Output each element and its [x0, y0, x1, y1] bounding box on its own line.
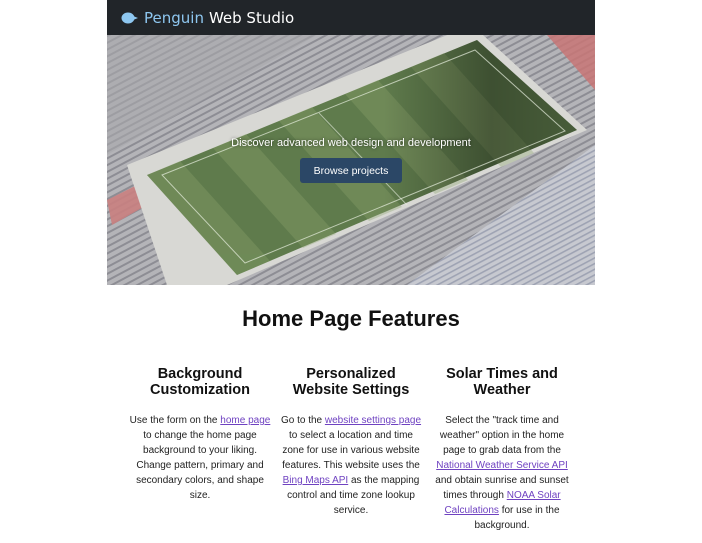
hero-tagline: Discover advanced web design and develop… — [231, 137, 471, 149]
feature-title: Personalized Website Settings — [280, 366, 422, 398]
feature-title-line: Customization — [150, 382, 250, 398]
feature-text: to select a location and time zone for u… — [282, 430, 420, 471]
home-page-link[interactable]: home page — [220, 415, 270, 426]
feature-personalized-settings: Personalized Website Settings Go to the … — [280, 366, 422, 518]
brand-name-accent: Penguin — [144, 8, 204, 27]
page: Penguin Web Studio Discover advanced web… — [0, 0, 702, 543]
feature-title-line: Background — [157, 366, 243, 382]
feature-text: Use the form on the — [129, 415, 221, 426]
feature-title-line: Personalized — [306, 366, 396, 382]
feature-description: Select the "track time and weather" opti… — [431, 413, 573, 533]
feature-text: to change the home page background to yo… — [136, 430, 264, 501]
feature-title-line: Weather — [473, 382, 531, 398]
bing-maps-api-link[interactable]: Bing Maps API — [283, 475, 349, 486]
features-heading: Home Page Features — [242, 306, 460, 331]
feature-title-line: Solar Times and — [446, 366, 558, 382]
feature-text: Go to the — [280, 415, 325, 426]
feature-title: Solar Times and Weather — [431, 366, 573, 398]
feature-text: Select the "track time and weather" opti… — [439, 415, 565, 456]
feature-title-line: Website Settings — [292, 382, 410, 398]
feature-title: Background Customization — [129, 366, 271, 398]
feature-description: Use the form on the home page to change … — [129, 413, 271, 503]
national-weather-service-api-link[interactable]: National Weather Service API — [436, 460, 568, 471]
brand-name-rest: Web Studio — [208, 8, 295, 27]
navbar: Penguin Web Studio — [107, 0, 595, 35]
feature-solar-weather: Solar Times and Weather Select the "trac… — [431, 366, 573, 533]
hero-banner: Discover advanced web design and develop… — [107, 35, 595, 285]
brand-link[interactable]: Penguin Web Studio — [121, 9, 294, 27]
penguin-logo-icon — [121, 11, 139, 25]
feature-description: Go to the website settings page to selec… — [280, 413, 422, 518]
website-settings-link[interactable]: website settings page — [325, 415, 421, 426]
browse-projects-button[interactable]: Browse projects — [300, 158, 402, 183]
feature-background-customization: Background Customization Use the form on… — [129, 366, 271, 503]
